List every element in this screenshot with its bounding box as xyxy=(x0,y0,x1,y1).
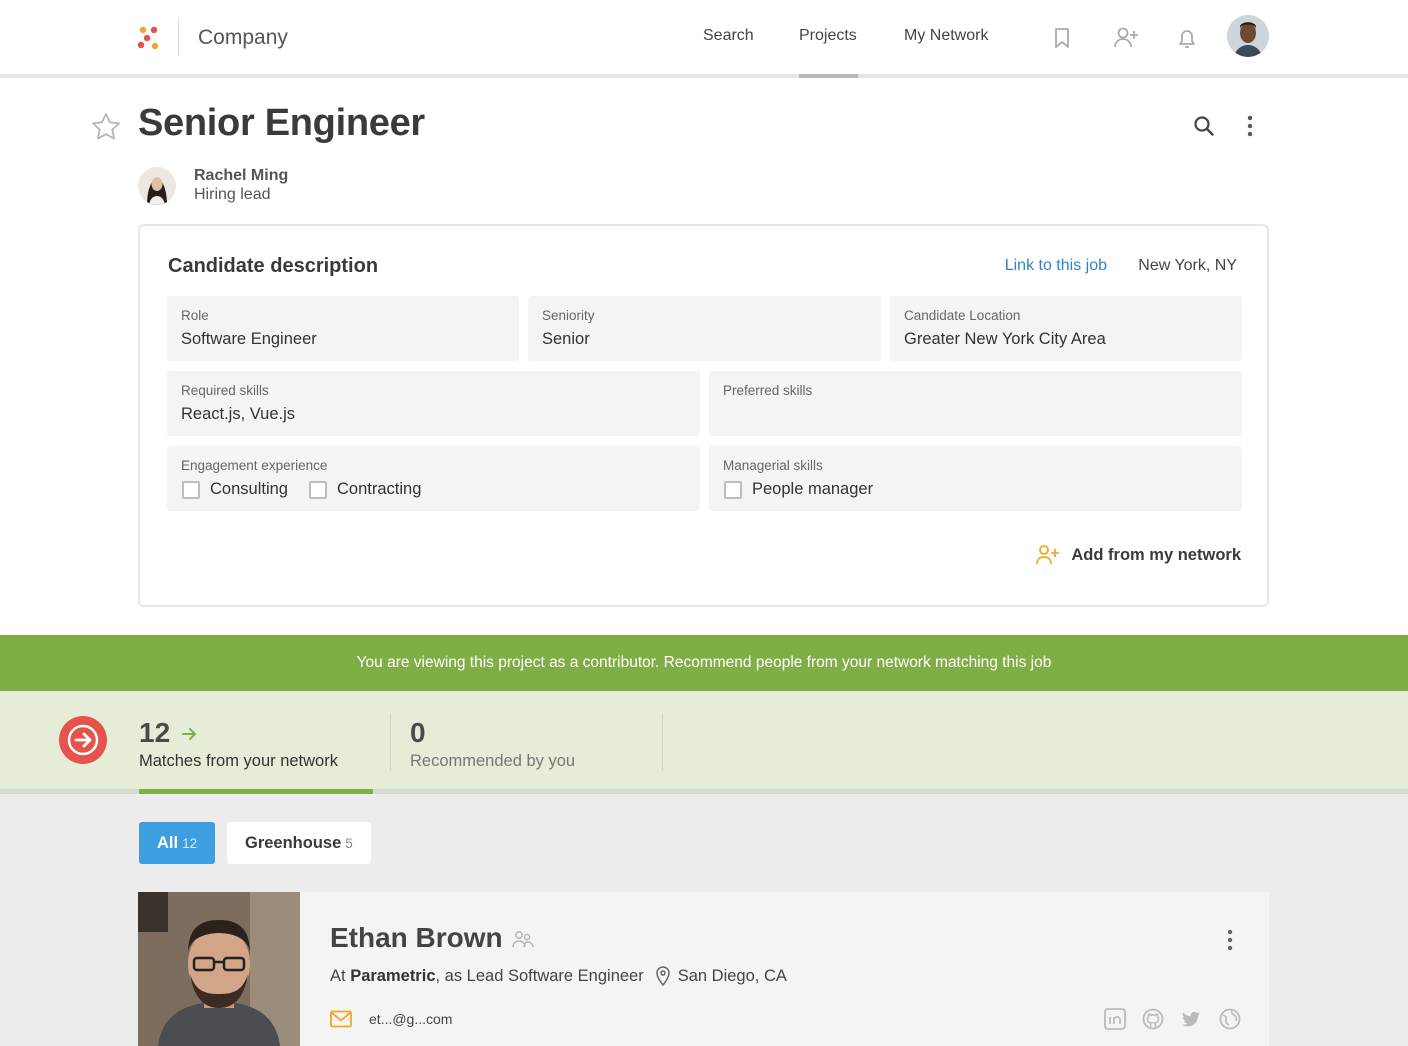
filter-greenhouse-label: Greenhouse xyxy=(245,834,342,852)
company-logo[interactable] xyxy=(137,26,161,50)
search-icon[interactable] xyxy=(1191,113,1217,139)
managerial-skills-field: Managerial skills People manager xyxy=(709,446,1242,511)
people-manager-label[interactable]: People manager xyxy=(752,480,873,499)
candidate-location-label: Candidate Location xyxy=(904,308,1021,323)
company-name: Company xyxy=(198,26,288,49)
consulting-label[interactable]: Consulting xyxy=(210,480,288,499)
candidate-photo xyxy=(138,892,300,1046)
role-field[interactable]: Role Software Engineer xyxy=(167,296,519,361)
add-from-network-label: Add from my network xyxy=(1071,545,1241,564)
preferred-skills-label: Preferred skills xyxy=(723,383,813,398)
contracting-checkbox[interactable] xyxy=(309,481,327,499)
candidate-more-icon[interactable] xyxy=(1220,926,1240,954)
contracting-label[interactable]: Contracting xyxy=(337,480,421,499)
recommended-label[interactable]: Recommended by you xyxy=(410,752,575,771)
candidate-title: , as Lead Software Engineer xyxy=(435,966,644,985)
candidate-location-field[interactable]: Candidate Location Greater New York City… xyxy=(890,296,1242,361)
candidate-location-value: Greater New York City Area xyxy=(904,330,1106,348)
add-from-network-button[interactable]: Add from my network xyxy=(1035,544,1241,566)
arrow-right-icon[interactable] xyxy=(181,725,199,743)
seniority-value: Senior xyxy=(542,330,590,348)
seniority-label: Seniority xyxy=(542,308,595,323)
required-skills-value: React.js, Vue.js xyxy=(181,405,296,423)
managerial-skills-label: Managerial skills xyxy=(723,458,823,473)
github-icon[interactable] xyxy=(1142,1008,1164,1030)
card-title: Candidate description xyxy=(168,255,379,277)
add-person-icon[interactable] xyxy=(1112,24,1140,52)
stats-bar xyxy=(0,691,1408,791)
candidate-company: Parametric xyxy=(350,966,436,985)
more-options-icon[interactable] xyxy=(1240,112,1260,140)
engagement-experience-label: Engagement experience xyxy=(181,458,328,473)
matches-label[interactable]: Matches from your network xyxy=(139,752,338,771)
recommended-count[interactable]: 0 xyxy=(410,717,426,749)
filter-all-label: All xyxy=(157,834,179,852)
people-manager-checkbox[interactable] xyxy=(724,481,742,499)
contributor-banner: You are viewing this project as a contri… xyxy=(0,635,1408,691)
email-icon[interactable] xyxy=(330,1010,352,1028)
role-label: Role xyxy=(181,308,209,323)
candidate-position: At Parametric, as Lead Software Engineer… xyxy=(330,966,787,986)
engagement-experience-field: Engagement experience Consulting Contrac… xyxy=(167,446,700,511)
filter-all-count: 12 xyxy=(182,836,198,851)
nav-active-indicator xyxy=(799,74,858,78)
add-person-icon xyxy=(1036,545,1060,565)
bookmark-icon[interactable] xyxy=(1048,24,1076,52)
required-skills-field[interactable]: Required skills React.js, Vue.js xyxy=(167,371,700,436)
candidate-email[interactable]: et...@g...com xyxy=(369,1011,452,1027)
link-to-job[interactable]: Link to this job xyxy=(1005,257,1107,275)
website-globe-icon[interactable] xyxy=(1219,1008,1241,1030)
project-title: Senior Engineer xyxy=(138,102,425,144)
user-avatar[interactable] xyxy=(1227,15,1269,57)
nav-my-network[interactable]: My Network xyxy=(904,27,988,45)
filter-all-tab[interactable]: All 12 xyxy=(139,822,216,864)
filter-greenhouse-count: 5 xyxy=(345,836,353,851)
location-pin-icon xyxy=(655,966,670,986)
star-icon[interactable] xyxy=(90,111,122,143)
hiring-lead-role: Hiring lead xyxy=(194,186,271,203)
seniority-field[interactable]: Seniority Senior xyxy=(528,296,881,361)
network-connection-icon xyxy=(512,931,534,948)
notification-bell-icon[interactable] xyxy=(1173,24,1201,52)
required-skills-label: Required skills xyxy=(181,383,269,398)
twitter-icon[interactable] xyxy=(1180,1008,1202,1030)
matches-count[interactable]: 12 xyxy=(139,717,170,749)
linkedin-icon[interactable] xyxy=(1104,1008,1126,1030)
hiring-lead-name[interactable]: Rachel Ming xyxy=(194,167,288,185)
candidate-location: San Diego, CA xyxy=(677,966,787,985)
arrow-right-icon[interactable] xyxy=(59,716,107,764)
candidate-name[interactable]: Ethan Brown xyxy=(330,922,503,954)
stats-divider xyxy=(662,714,663,771)
nav-search[interactable]: Search xyxy=(703,27,754,45)
role-value: Software Engineer xyxy=(181,330,317,348)
hiring-lead-avatar xyxy=(138,167,176,205)
preferred-skills-field[interactable]: Preferred skills xyxy=(709,371,1242,436)
consulting-checkbox[interactable] xyxy=(182,481,200,499)
candidate-description-card: Candidate description Link to this job N… xyxy=(138,224,1269,607)
candidate-at: At xyxy=(330,966,346,985)
stats-divider xyxy=(390,714,391,771)
job-location: New York, NY xyxy=(1138,257,1237,274)
nav-projects[interactable]: Projects xyxy=(799,27,857,45)
filter-greenhouse-tab[interactable]: Greenhouse 5 xyxy=(227,822,371,864)
logo-divider xyxy=(178,18,179,56)
